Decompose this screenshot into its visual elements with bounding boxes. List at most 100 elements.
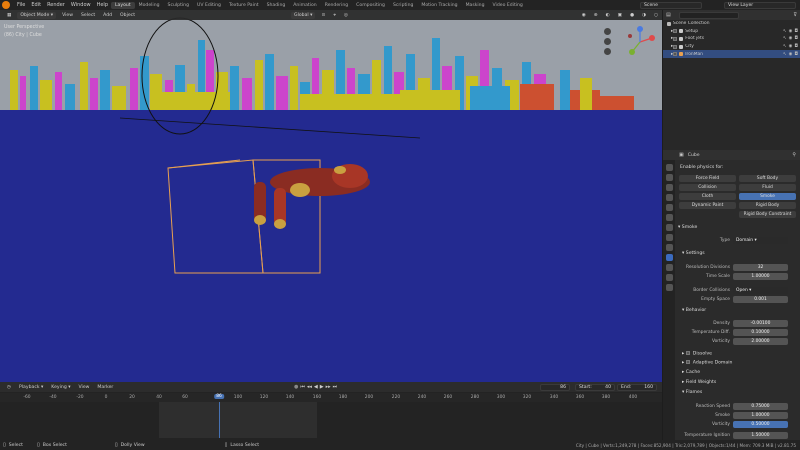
end-frame-field[interactable]: End: 160 [617,384,657,391]
force-field-button[interactable]: Force Field [679,175,736,182]
menu-keying[interactable]: Keying ▾ [47,385,74,390]
select-toggle-icon[interactable]: ↖ [783,36,787,41]
flames-panel-header[interactable]: ▾ Flames [682,390,702,395]
menu-timeline-view[interactable]: View [75,385,94,390]
tab-modeling[interactable]: Modeling [135,2,164,9]
exclude-checkbox[interactable] [673,29,678,34]
timeline-editor-icon[interactable]: ◷ [3,385,15,390]
render-tab-icon[interactable] [665,173,673,181]
render-icon[interactable]: ◘ [795,44,798,49]
physics-tab-icon[interactable] [665,253,673,261]
prev-keyframe-icon[interactable]: ◂◂ [307,384,312,390]
tool-tab-icon[interactable] [665,163,673,171]
outliner-item-setup[interactable]: ▸ Setup ↖ ◉ ◘ [663,28,800,36]
tab-masking[interactable]: Masking [462,2,489,9]
empty-space-field[interactable]: 0.001 [733,296,788,303]
border-collisions-dropdown[interactable]: Open ▾ [733,287,788,294]
select-toggle-icon[interactable]: ↖ [783,52,787,57]
start-frame-field[interactable]: Start: 40 [575,384,615,391]
tab-sculpting[interactable]: Sculpting [164,2,193,9]
tab-texture-paint[interactable]: Texture Paint [225,2,263,9]
blender-logo-icon[interactable] [2,1,10,9]
menu-object[interactable]: Object [116,13,139,18]
record-icon[interactable]: ● [294,384,298,390]
editor-type-icon[interactable]: ▦ [3,13,15,18]
overlay-icon[interactable]: ◐ [602,13,614,18]
pan-icon[interactable] [604,38,611,45]
output-tab-icon[interactable] [665,183,673,191]
flame-smoke-field[interactable]: 1.00000 [733,412,788,419]
view-layer-selector[interactable]: View Layer [724,1,796,9]
adaptive-domain-checkbox[interactable] [685,360,690,364]
pivot-icon[interactable]: ⊙ [317,13,329,18]
eye-icon[interactable]: ◉ [789,36,793,41]
rigid-body-button[interactable]: Rigid Body [739,202,796,209]
exclude-checkbox[interactable] [673,44,678,49]
outliner-scene-collection[interactable]: Scene Collection [663,20,800,28]
current-frame-field[interactable]: 86 [540,384,570,391]
play-icon[interactable]: ▶ [320,384,324,390]
tab-shading[interactable]: Shading [263,2,290,9]
world-tab-icon[interactable] [665,213,673,221]
cloth-button[interactable]: Cloth [679,193,736,200]
menu-playback[interactable]: Playback ▾ [15,385,47,390]
resolution-field[interactable]: 32 [733,264,788,271]
tab-rendering[interactable]: Rendering [321,2,352,9]
menu-file[interactable]: File [14,2,28,8]
select-toggle-icon[interactable]: ↖ [783,44,787,49]
current-frame-indicator[interactable]: 86 [214,394,224,399]
tab-uv-editing[interactable]: UV Editing [193,2,225,9]
outliner-item-ironman[interactable]: ▸ IronMan ↖ ◉ ◘ [663,50,800,58]
menu-edit[interactable]: Edit [28,2,44,8]
smoke-panel-header[interactable]: ▾ Smoke [678,225,697,230]
view-layer-tab-icon[interactable] [665,193,673,201]
particles-tab-icon[interactable] [665,243,673,251]
flame-vorticity-field[interactable]: 0.50000 [733,421,788,428]
render-icon[interactable]: ◘ [795,36,798,41]
jump-start-icon[interactable]: ⏮ [300,384,305,390]
field-weights-panel-header[interactable]: ▸ Field Weights [682,380,716,385]
dynamic-paint-button[interactable]: Dynamic Paint [679,202,736,209]
outliner-item-foot-jets[interactable]: ▸ Foot jets ↖ ◉ ◘ [663,35,800,43]
object-tab-icon[interactable] [665,223,673,231]
shading-render-icon[interactable]: ○ [650,13,662,18]
menu-render[interactable]: Render [44,2,68,8]
menu-view[interactable]: View [58,13,77,18]
eye-icon[interactable]: ◉ [789,44,793,49]
menu-select[interactable]: Select [77,13,99,18]
reaction-speed-field[interactable]: 0.75000 [733,403,788,410]
outliner-item-city[interactable]: ▸ City ↖ ◉ ◘ [663,43,800,51]
visibility-icon[interactable]: ◉ [578,13,590,18]
scene-tab-icon[interactable] [665,203,673,211]
jump-end-icon[interactable]: ⏭ [333,384,338,390]
eye-icon[interactable]: ◉ [789,29,793,34]
zoom-icon[interactable] [604,28,611,35]
cache-panel-header[interactable]: ▸ Cache [682,370,700,375]
gizmo-icon[interactable]: ⊕ [590,13,602,18]
tab-compositing[interactable]: Compositing [352,2,389,9]
camera-view-icon[interactable] [604,48,611,55]
play-reverse-icon[interactable]: ◀ [314,384,318,390]
render-icon[interactable]: ◘ [795,52,798,57]
next-keyframe-icon[interactable]: ▸▸ [326,384,331,390]
tab-layout[interactable]: Layout [111,1,135,9]
soft-body-button[interactable]: Soft Body [739,175,796,182]
exclude-checkbox[interactable] [673,36,678,41]
menu-add[interactable]: Add [99,13,116,18]
navigation-gizmo[interactable] [622,24,658,60]
settings-panel-header[interactable]: ▾ Settings [682,251,705,256]
pin-icon[interactable]: ⚲ [792,152,796,158]
mode-selector[interactable]: Object Mode ▾ [17,11,57,19]
select-toggle-icon[interactable]: ↖ [783,29,787,34]
fluid-button[interactable]: Fluid [739,184,796,191]
vorticity-field[interactable]: 2.00000 [733,338,788,345]
menu-help[interactable]: Help [94,2,111,8]
snap-icon[interactable]: ⌖ [329,12,340,18]
temperature-ignition-field[interactable]: 1.50000 [733,432,788,439]
outliner-editor-icon[interactable]: ▤ [666,12,671,18]
outliner-search-input[interactable] [678,11,739,19]
render-icon[interactable]: ◘ [795,29,798,34]
timeline-ruler[interactable]: -60 -40 -20 0 20 40 60 86 100 120 140 16… [0,393,662,402]
temperature-diff-field[interactable]: 0.10000 [733,329,788,336]
orientation-selector[interactable]: Global ▾ [291,11,316,19]
